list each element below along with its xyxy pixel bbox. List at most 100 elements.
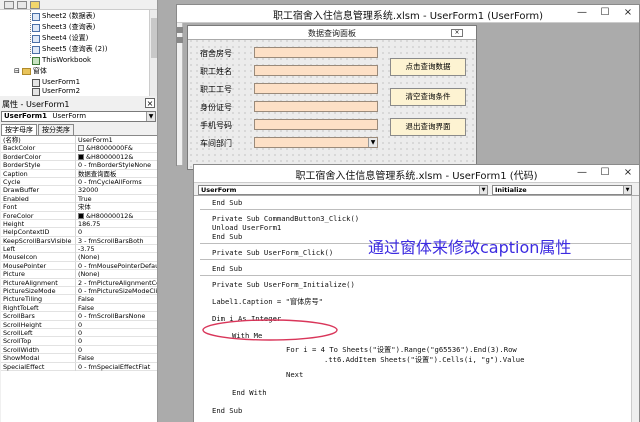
- maximize-icon[interactable]: ☐: [598, 167, 612, 178]
- label-phone[interactable]: 手机号码: [200, 120, 232, 131]
- property-value[interactable]: (None): [75, 270, 157, 279]
- property-value[interactable]: 2 - fmPictureAlignmentCen: [75, 278, 157, 287]
- property-row[interactable]: Cycle 0 - fmCycleAllForms: [1, 177, 157, 187]
- property-row[interactable]: KeepScrollBarsVisible 3 - fmScrollBarsBot…: [1, 236, 157, 246]
- tab-categorized[interactable]: 按分类序: [38, 124, 74, 135]
- property-row[interactable]: MousePointer 0 - fmMousePointerDefault: [1, 261, 157, 271]
- property-value[interactable]: True: [75, 194, 157, 203]
- property-value[interactable]: 数据查询面板: [75, 169, 157, 178]
- property-row[interactable]: SpecialEffect 0 - fmSpecialEffectFlat: [1, 362, 157, 371]
- textbox-id-card[interactable]: [254, 101, 378, 112]
- combobox-department[interactable]: ▼: [254, 137, 378, 148]
- property-row[interactable]: BackColor &H8000000F&: [1, 144, 157, 153]
- property-value[interactable]: 0 - fmSpecialEffectFlat: [75, 362, 157, 371]
- userform[interactable]: 数据查询面板 × 宿舍房号 职工姓名 职工工号 身份证号 手机号码 车间部门 ▼…: [187, 25, 477, 170]
- property-value[interactable]: 宋体: [75, 203, 157, 212]
- property-row[interactable]: RightToLeft False: [1, 303, 157, 313]
- tree-scrollbar[interactable]: [149, 10, 157, 96]
- close-icon[interactable]: ×: [145, 98, 155, 108]
- close-icon[interactable]: ×: [451, 29, 463, 37]
- code-line[interactable]: End Sub: [212, 198, 242, 207]
- textbox-phone[interactable]: [254, 119, 378, 130]
- minimize-icon[interactable]: —: [575, 7, 589, 18]
- label-department[interactable]: 车间部门: [200, 138, 232, 149]
- view-code-button[interactable]: [4, 1, 14, 9]
- tree-item-sheet5[interactable]: Sheet5 (查询表 (2)): [32, 44, 108, 55]
- chevron-down-icon[interactable]: ▼: [146, 112, 155, 121]
- tree-item-thisworkbook[interactable]: ThisWorkbook: [32, 55, 91, 66]
- property-row[interactable]: Font 宋体: [1, 203, 157, 212]
- property-value[interactable]: 0: [75, 337, 157, 346]
- property-row[interactable]: MouseIcon (None): [1, 253, 157, 262]
- property-row[interactable]: ForeColor &H80000012&: [1, 211, 157, 220]
- property-value[interactable]: 0 - fmBorderStyleNone: [75, 161, 157, 170]
- property-row[interactable]: Height 186.75: [1, 219, 157, 229]
- code-line[interactable]: Private Sub CommandButton3_Click(): [212, 214, 359, 223]
- tab-alphabetic[interactable]: 按字母序: [1, 124, 37, 135]
- code-line[interactable]: For i = 4 To Sheets("设置").Range("g65536"…: [286, 345, 517, 355]
- close-icon[interactable]: ×: [621, 167, 635, 178]
- code-line[interactable]: .tt6.AddItem Sheets("设置").Cells(i, "g").…: [324, 355, 524, 365]
- close-icon[interactable]: ×: [621, 7, 635, 18]
- collapse-icon[interactable]: ⊟: [14, 66, 20, 77]
- property-row[interactable]: BorderStyle 0 - fmBorderStyleNone: [1, 161, 157, 170]
- property-row[interactable]: BorderColor &H80000012&: [1, 152, 157, 162]
- property-row[interactable]: Enabled True: [1, 194, 157, 204]
- toggle-folders-button[interactable]: [30, 1, 40, 9]
- code-line[interactable]: End With: [232, 388, 267, 397]
- view-object-button[interactable]: [17, 1, 27, 9]
- property-value[interactable]: 0: [75, 328, 157, 337]
- property-row[interactable]: ScrollTop 0: [1, 337, 157, 346]
- chevron-down-icon[interactable]: ▼: [368, 138, 377, 147]
- property-value[interactable]: 0: [75, 320, 157, 329]
- exit-button[interactable]: 退出查询界面: [390, 118, 466, 136]
- property-row[interactable]: ScrollHeight 0: [1, 320, 157, 329]
- property-value[interactable]: 0 - fmCycleAllForms: [75, 177, 157, 186]
- property-value[interactable]: &H80000012&: [75, 152, 157, 161]
- scroll-thumb[interactable]: [151, 18, 157, 58]
- chevron-down-icon[interactable]: ▼: [623, 186, 631, 194]
- tree-item-sheet3[interactable]: Sheet3 (查询表): [32, 22, 95, 33]
- code-editor[interactable]: End Sub Private Sub CommandButton3_Click…: [194, 196, 639, 422]
- code-line[interactable]: End Sub: [212, 232, 242, 241]
- property-value[interactable]: 0: [75, 228, 157, 237]
- chevron-down-icon[interactable]: ▼: [479, 186, 487, 194]
- property-value[interactable]: False: [75, 303, 157, 312]
- property-row[interactable]: ScrollBars 0 - fmScrollBarsNone: [1, 312, 157, 321]
- code-line[interactable]: Label1.Caption = "窗体房号": [212, 297, 323, 307]
- textbox-employee-id[interactable]: [254, 83, 378, 94]
- minimize-icon[interactable]: —: [575, 167, 589, 178]
- tree-item-userform2[interactable]: UserForm2: [32, 86, 80, 96]
- query-button[interactable]: 点击查询数据: [390, 58, 466, 76]
- property-row[interactable]: (名称) UserForm1: [1, 136, 157, 145]
- label-room-number[interactable]: 宿舍房号: [200, 48, 232, 59]
- property-value[interactable]: -3.75: [75, 245, 157, 254]
- property-value[interactable]: 0 - fmScrollBarsNone: [75, 312, 157, 321]
- code-line[interactable]: End Sub: [212, 406, 242, 415]
- tree-item-sheet2[interactable]: Sheet2 (数据表): [32, 11, 95, 22]
- property-row[interactable]: DrawBuffer 32000: [1, 186, 157, 195]
- tree-item-sheet4[interactable]: Sheet4 (设置): [32, 33, 88, 44]
- property-value[interactable]: 0 - fmMousePointerDefault: [75, 261, 157, 270]
- code-line[interactable]: Private Sub UserForm_Initialize(): [212, 280, 355, 289]
- property-row[interactable]: ShowModal False: [1, 354, 157, 363]
- property-value[interactable]: &H8000000F&: [75, 144, 157, 153]
- code-line[interactable]: Unload UserForm1: [212, 223, 281, 232]
- code-line[interactable]: Private Sub UserForm_Click(): [212, 248, 333, 257]
- clear-button[interactable]: 清空查询条件: [390, 88, 466, 106]
- property-row[interactable]: PictureAlignment 2 - fmPictureAlignmentCe…: [1, 278, 157, 288]
- property-value[interactable]: 0 - fmPictureSizeModeClip: [75, 287, 157, 296]
- procedure-combo[interactable]: Initialize ▼: [492, 185, 632, 195]
- property-row[interactable]: Caption 数据查询面板: [1, 169, 157, 178]
- property-row[interactable]: ScrollLeft 0: [1, 328, 157, 338]
- property-row[interactable]: HelpContextID 0: [1, 228, 157, 237]
- property-row[interactable]: Picture (None): [1, 270, 157, 279]
- object-selector[interactable]: UserForm1 UserForm ▼: [1, 111, 156, 122]
- property-value[interactable]: 3 - fmScrollBarsBoth: [75, 236, 157, 245]
- textbox-employee-name[interactable]: [254, 65, 378, 76]
- maximize-icon[interactable]: ☐: [598, 7, 612, 18]
- property-value[interactable]: False: [75, 354, 157, 363]
- label-id-card[interactable]: 身份证号: [200, 102, 232, 113]
- tree-item-forms-folder[interactable]: ⊟ 窗体: [14, 66, 47, 77]
- property-row[interactable]: ScrollWidth 0: [1, 345, 157, 355]
